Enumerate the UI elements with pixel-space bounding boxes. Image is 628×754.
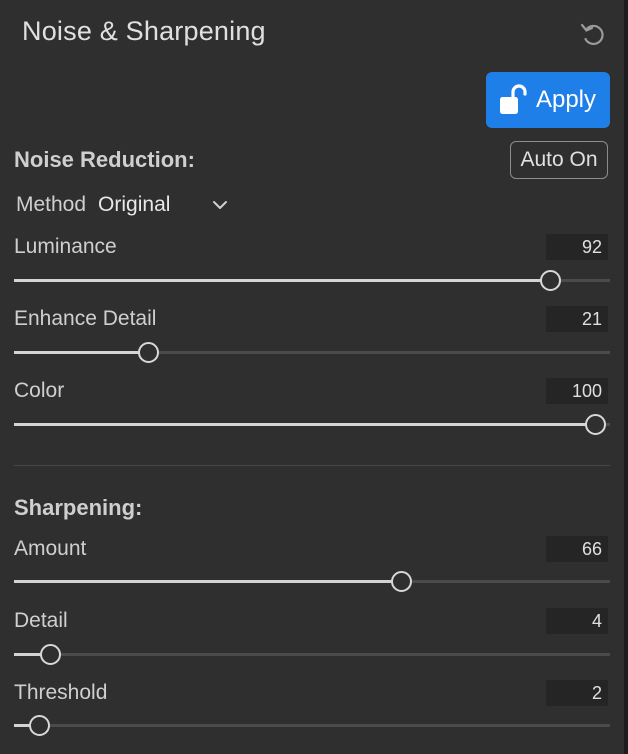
luminance-slider-fill [14,279,551,282]
amount-slider-handle[interactable] [391,571,413,592]
threshold-value[interactable]: 2 [546,680,608,706]
unlock-icon [499,84,527,114]
noise-sharpening-panel: Noise & Sharpening Apply Noise Reduction… [0,0,628,754]
color-slider-fill [14,423,596,426]
color-slider-handle[interactable] [585,414,607,435]
enhance-detail-label: Enhance Detail [14,307,157,330]
color-value[interactable]: 100 [546,378,608,404]
detail-slider[interactable] [14,644,610,665]
noise-reduction-title: Noise Reduction: [14,147,195,172]
method-dropdown[interactable]: Original [98,193,228,217]
method-value: Original [98,193,171,216]
threshold-label: Threshold [14,681,108,704]
threshold-slider-handle[interactable] [29,715,51,736]
method-label: Method [16,193,87,216]
apply-button[interactable]: Apply [486,72,610,128]
amount-slider-fill [14,580,402,583]
method-row: Method Original [16,190,228,220]
auto-on-button[interactable]: Auto On [510,141,608,179]
luminance-value[interactable]: 92 [546,234,608,260]
section-divider [14,465,610,466]
detail-label: Detail [14,609,68,632]
undo-icon [580,23,604,46]
reset-button[interactable] [578,20,608,50]
luminance-slider[interactable] [14,270,610,291]
threshold-slider[interactable] [14,715,610,736]
chevron-down-icon [213,201,228,209]
panel-title: Noise & Sharpening [22,16,266,46]
luminance-slider-handle[interactable] [540,270,562,291]
color-label: Color [14,379,65,402]
apply-label: Apply [535,86,597,113]
amount-label: Amount [14,537,87,560]
luminance-label: Luminance [14,235,117,258]
enhance-detail-slider-fill [14,351,149,354]
amount-slider[interactable] [14,571,610,592]
detail-slider-handle[interactable] [39,644,61,665]
enhance-detail-value[interactable]: 21 [546,306,608,332]
amount-value[interactable]: 66 [546,536,608,562]
enhance-detail-slider-handle[interactable] [138,342,160,363]
detail-value[interactable]: 4 [546,608,608,634]
enhance-detail-slider[interactable] [14,342,610,363]
color-slider[interactable] [14,414,610,435]
sharpening-title: Sharpening: [14,495,143,520]
